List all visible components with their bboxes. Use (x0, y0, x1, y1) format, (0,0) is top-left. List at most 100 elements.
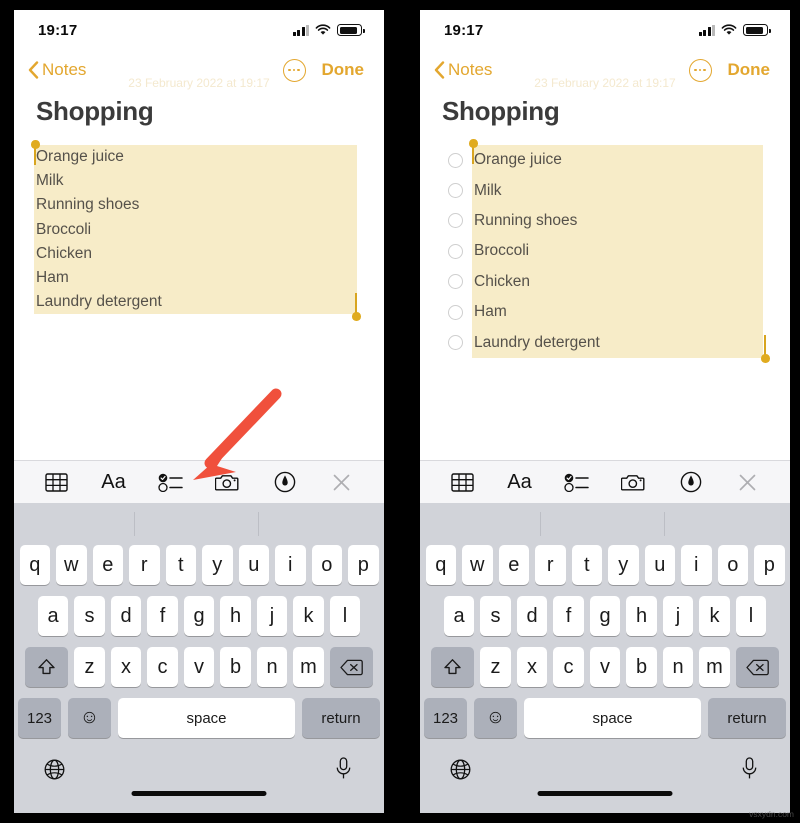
note-text-selection-area[interactable]: Orange juice Milk Running shoes Broccoli Chi… (14, 140, 384, 321)
note-list-item[interactable]: Chicken (14, 242, 384, 266)
backspace-key[interactable] (329, 647, 373, 687)
close-icon[interactable] (731, 467, 765, 497)
key-s[interactable]: s (480, 596, 511, 636)
note-checklist-area[interactable]: Orange juice Milk Running shoes Broccoli Chi… (420, 139, 790, 363)
numbers-key[interactable]: 123 (18, 698, 61, 738)
key-f[interactable]: f (147, 596, 178, 636)
key-y[interactable]: y (202, 545, 233, 585)
note-list-item[interactable]: Laundry detergent (420, 327, 790, 357)
close-icon[interactable] (325, 467, 359, 497)
key-c[interactable]: c (147, 647, 178, 687)
key-t[interactable]: t (571, 545, 602, 585)
key-j[interactable]: j (256, 596, 288, 636)
shift-key[interactable] (25, 647, 69, 687)
emoji-key[interactable]: ☺ (474, 698, 517, 738)
globe-icon[interactable] (44, 759, 65, 785)
more-options-button[interactable] (688, 58, 712, 82)
key-k[interactable]: k (699, 596, 730, 636)
note-list-item[interactable]: Ham (14, 266, 384, 290)
done-button[interactable]: Done (322, 60, 365, 80)
microphone-icon[interactable] (741, 757, 758, 785)
more-options-button[interactable] (282, 58, 306, 82)
space-key[interactable]: space (118, 698, 295, 738)
return-key[interactable]: return (302, 698, 380, 738)
camera-icon[interactable] (617, 467, 651, 497)
key-t[interactable]: t (165, 545, 196, 585)
key-s[interactable]: s (74, 596, 105, 636)
predictive-text-bar[interactable] (420, 503, 790, 545)
key-v[interactable]: v (589, 647, 621, 687)
key-u[interactable]: u (238, 545, 269, 585)
emoji-key[interactable]: ☺ (68, 698, 111, 738)
key-j[interactable]: j (662, 596, 694, 636)
key-o[interactable]: o (717, 545, 748, 585)
key-g[interactable]: g (589, 596, 621, 636)
done-button[interactable]: Done (728, 60, 771, 80)
key-z[interactable]: z (74, 647, 105, 687)
key-n[interactable]: n (256, 647, 288, 687)
checklist-checkbox[interactable] (448, 213, 463, 229)
key-q[interactable]: q (19, 545, 50, 585)
globe-icon[interactable] (450, 759, 471, 785)
key-i[interactable]: i (275, 545, 306, 585)
backspace-key[interactable] (735, 647, 779, 687)
key-e[interactable]: e (92, 545, 123, 585)
key-q[interactable]: q (425, 545, 456, 585)
text-format-icon[interactable]: Aa (97, 467, 131, 497)
key-e[interactable]: e (498, 545, 529, 585)
note-list-item[interactable]: Milk (14, 169, 384, 193)
key-w[interactable]: w (462, 545, 493, 585)
key-i[interactable]: i (681, 545, 712, 585)
key-f[interactable]: f (553, 596, 584, 636)
key-u[interactable]: u (644, 545, 675, 585)
key-b[interactable]: b (626, 647, 657, 687)
key-l[interactable]: l (735, 596, 767, 636)
microphone-icon[interactable] (335, 757, 352, 785)
predictive-text-bar[interactable] (14, 503, 384, 545)
note-list-item[interactable]: Running shoes (420, 206, 790, 236)
markup-pen-icon[interactable] (268, 467, 302, 497)
key-l[interactable]: l (329, 596, 361, 636)
key-h[interactable]: h (220, 596, 251, 636)
key-h[interactable]: h (626, 596, 657, 636)
camera-icon[interactable] (211, 467, 245, 497)
key-p[interactable]: p (348, 545, 379, 585)
return-key[interactable]: return (708, 698, 786, 738)
key-r[interactable]: r (535, 545, 566, 585)
checklist-icon[interactable] (560, 467, 594, 497)
key-b[interactable]: b (220, 647, 251, 687)
key-m[interactable]: m (293, 647, 324, 687)
checklist-checkbox[interactable] (448, 304, 463, 320)
checklist-checkbox[interactable] (448, 243, 463, 259)
key-x[interactable]: x (110, 647, 142, 687)
table-icon[interactable] (446, 467, 480, 497)
key-r[interactable]: r (129, 545, 160, 585)
shift-key[interactable] (431, 647, 475, 687)
space-key[interactable]: space (524, 698, 701, 738)
checklist-checkbox[interactable] (448, 152, 463, 168)
note-list-item[interactable]: Broccoli (420, 236, 790, 266)
key-z[interactable]: z (480, 647, 511, 687)
key-d[interactable]: d (110, 596, 142, 636)
note-list-item[interactable]: Orange juice (14, 145, 384, 169)
key-a[interactable]: a (37, 596, 69, 636)
key-y[interactable]: y (608, 545, 639, 585)
note-list-item[interactable]: Broccoli (14, 218, 384, 242)
note-list-item[interactable]: Milk (420, 175, 790, 205)
table-icon[interactable] (40, 467, 74, 497)
key-d[interactable]: d (516, 596, 548, 636)
key-a[interactable]: a (443, 596, 475, 636)
key-x[interactable]: x (516, 647, 548, 687)
checklist-checkbox[interactable] (448, 183, 463, 199)
key-m[interactable]: m (699, 647, 730, 687)
markup-pen-icon[interactable] (674, 467, 708, 497)
checklist-checkbox[interactable] (448, 274, 463, 290)
note-list-item[interactable]: Chicken (420, 267, 790, 297)
key-o[interactable]: o (311, 545, 342, 585)
key-v[interactable]: v (183, 647, 215, 687)
checklist-icon[interactable] (154, 467, 188, 497)
note-list-item[interactable]: Running shoes (14, 193, 384, 217)
key-p[interactable]: p (754, 545, 785, 585)
key-g[interactable]: g (183, 596, 215, 636)
numbers-key[interactable]: 123 (424, 698, 467, 738)
